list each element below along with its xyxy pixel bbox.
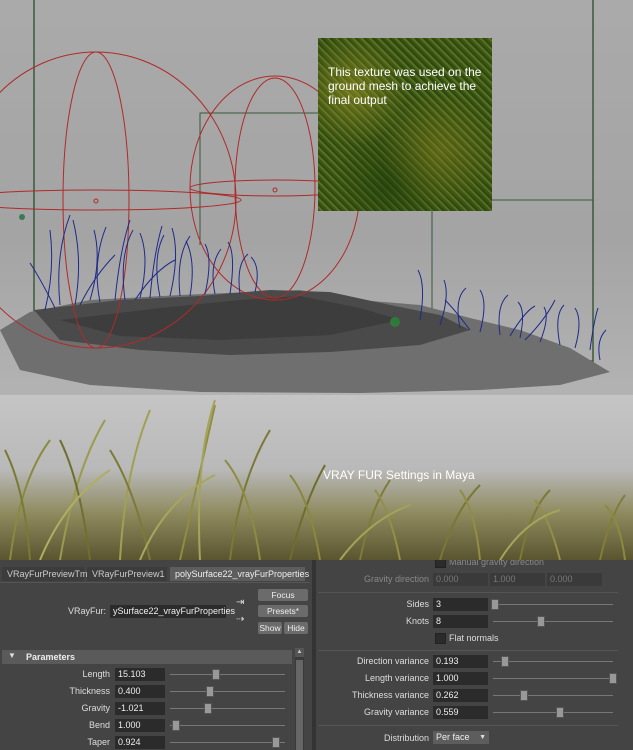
grass-texture-swatch: This texture was used on the ground mesh… bbox=[318, 38, 492, 211]
thickness-variance-slider[interactable] bbox=[493, 690, 613, 701]
direction-variance-thumb[interactable] bbox=[501, 656, 509, 667]
viewport-scene bbox=[0, 0, 610, 393]
render-caption: VRAY FUR Settings in Maya bbox=[323, 468, 475, 482]
grass-blades bbox=[4, 399, 626, 560]
dropdown-arrow-icon: ▼ bbox=[479, 734, 486, 741]
scrollbar-up-arrow[interactable]: ▲ bbox=[295, 648, 304, 657]
taper-slider-thumb[interactable] bbox=[271, 737, 280, 748]
gravity-slider[interactable] bbox=[170, 703, 285, 714]
length-variance-slider[interactable] bbox=[493, 673, 617, 684]
thickness-variance-field[interactable]: 0.262 bbox=[433, 689, 488, 702]
output-connections-icon[interactable]: ⇢ bbox=[236, 615, 244, 625]
sides-slider[interactable] bbox=[491, 599, 613, 610]
texture-note: This texture was used on the ground mesh… bbox=[328, 65, 482, 107]
bend-slider[interactable] bbox=[170, 720, 285, 731]
scrollbar[interactable]: ▲ bbox=[295, 648, 304, 750]
thickness-slider[interactable] bbox=[170, 686, 285, 697]
grass-render-image: VRAY FUR Settings in Maya bbox=[0, 395, 633, 560]
thickness-label: Thickness bbox=[69, 686, 110, 696]
gravity-slider-thumb[interactable] bbox=[203, 703, 212, 714]
tab-divider bbox=[0, 582, 310, 583]
length-slider[interactable] bbox=[170, 669, 285, 680]
sides-field[interactable]: 3 bbox=[433, 598, 488, 611]
direction-variance-slider[interactable] bbox=[493, 656, 613, 667]
section-divider bbox=[318, 725, 618, 726]
length-variance-thumb[interactable] bbox=[609, 673, 617, 684]
show-button[interactable]: Show bbox=[258, 622, 282, 634]
knots-slider-thumb[interactable] bbox=[537, 616, 545, 627]
gravity-direction-x[interactable]: 0.000 bbox=[433, 573, 488, 586]
length-variance-field[interactable]: 1.000 bbox=[433, 672, 488, 685]
node-name-field[interactable]: ySurface22_vrayFurProperties bbox=[110, 605, 235, 618]
knots-field[interactable]: 8 bbox=[433, 615, 488, 628]
column-divider bbox=[312, 560, 316, 750]
gravity-direction-y[interactable]: 1.000 bbox=[490, 573, 545, 586]
manual-gravity-checkbox[interactable] bbox=[435, 560, 446, 568]
tab-vrayfurpreview1[interactable]: VRayFurPreview1 bbox=[87, 567, 167, 581]
left-column: VRayFurPreviewTm VRayFurPreview1 polySur… bbox=[0, 560, 310, 750]
bend-slider-thumb[interactable] bbox=[171, 720, 180, 731]
length-slider-thumb[interactable] bbox=[212, 669, 220, 680]
parameters-section-header[interactable]: ▼ Parameters bbox=[2, 650, 292, 664]
flat-normals-label: Flat normals bbox=[449, 633, 499, 643]
flat-normals-checkbox[interactable] bbox=[435, 633, 446, 644]
sides-slider-thumb[interactable] bbox=[491, 599, 500, 610]
gravity-direction-label: Gravity direction bbox=[363, 574, 429, 584]
gravity-variance-thumb[interactable] bbox=[556, 707, 565, 718]
length-variance-label: Length variance bbox=[364, 673, 429, 683]
gravity-label: Gravity bbox=[81, 703, 110, 713]
distribution-value: Per face bbox=[436, 732, 470, 742]
bend-field[interactable]: 1.000 bbox=[115, 719, 165, 732]
collapse-triangle-icon: ▼ bbox=[8, 651, 16, 660]
thickness-field[interactable]: 0.400 bbox=[115, 685, 165, 698]
gravity-variance-label: Gravity variance bbox=[363, 707, 429, 717]
tab-polysurface22-vrayfurproperties[interactable]: polySurface22_vrayFurProperties bbox=[170, 567, 309, 581]
distribution-dropdown[interactable]: Per face ▼ bbox=[433, 731, 489, 744]
sides-label: Sides bbox=[406, 599, 429, 609]
taper-field[interactable]: 0.924 bbox=[115, 736, 165, 749]
distribution-label: Distribution bbox=[383, 733, 429, 743]
taper-label: Taper bbox=[87, 737, 110, 747]
bend-label: Bend bbox=[88, 720, 110, 730]
length-field[interactable]: 15.103 bbox=[115, 668, 165, 681]
knots-label: Knots bbox=[405, 616, 429, 626]
thickness-variance-label: Thickness variance bbox=[351, 690, 429, 700]
gravity-field[interactable]: -1.021 bbox=[115, 702, 165, 715]
hide-button[interactable]: Hide bbox=[284, 622, 308, 634]
length-label: Length bbox=[82, 669, 110, 679]
gravity-direction-z[interactable]: 0.000 bbox=[547, 573, 602, 586]
node-name-label: VRayFur: bbox=[67, 606, 106, 616]
presets-button[interactable]: Presets* bbox=[258, 605, 308, 617]
section-divider bbox=[318, 592, 618, 593]
scrollbar-thumb[interactable] bbox=[296, 660, 303, 750]
section-divider bbox=[318, 650, 618, 651]
gravity-variance-slider[interactable] bbox=[493, 707, 613, 718]
thickness-slider-thumb[interactable] bbox=[206, 686, 215, 697]
taper-slider[interactable] bbox=[170, 737, 285, 748]
focus-button[interactable]: Focus bbox=[258, 589, 308, 601]
gravity-variance-field[interactable]: 0.559 bbox=[433, 706, 488, 719]
knots-slider[interactable] bbox=[493, 616, 613, 627]
manual-gravity-label: Manual gravity direction bbox=[449, 560, 545, 567]
attribute-editor: VRayFurPreviewTm VRayFurPreview1 polySur… bbox=[0, 560, 633, 750]
parameters-title: Parameters bbox=[26, 652, 76, 662]
right-column: Manual gravity direction Gravity directi… bbox=[318, 560, 633, 750]
maya-viewport[interactable]: This texture was used on the ground mesh… bbox=[0, 0, 633, 395]
select-node-icon[interactable]: ⇥ bbox=[236, 598, 244, 608]
tab-vrayfurpreviewtm[interactable]: VRayFurPreviewTm bbox=[2, 567, 88, 581]
direction-variance-field[interactable]: 0.193 bbox=[433, 655, 488, 668]
thickness-variance-thumb[interactable] bbox=[520, 690, 529, 701]
direction-variance-label: Direction variance bbox=[356, 656, 429, 666]
